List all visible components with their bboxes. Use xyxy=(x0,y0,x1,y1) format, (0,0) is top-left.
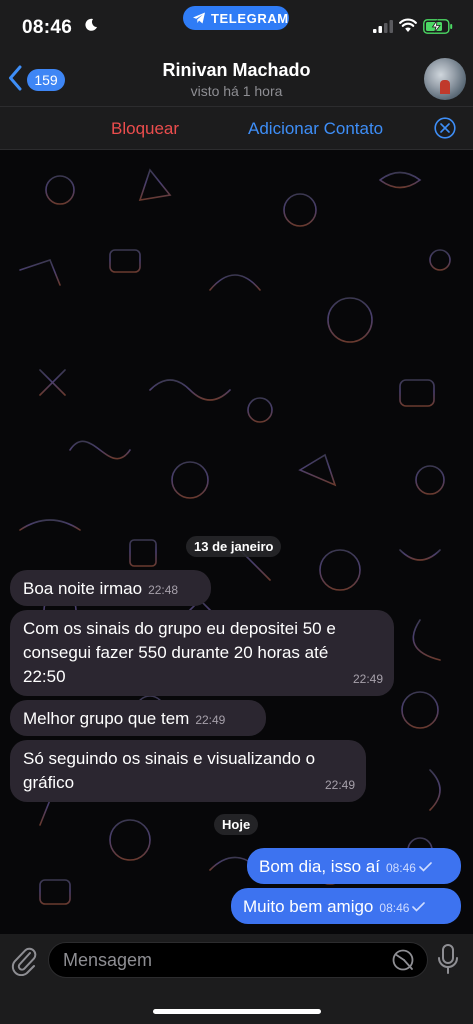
composer-bar: Mensagem xyxy=(0,934,473,1024)
message-input-placeholder: Mensagem xyxy=(63,950,153,970)
status-bar: 08:46 TELEGRAM xyxy=(0,0,473,52)
message-bubble-incoming[interactable]: Boa noite irmao 22:48 xyxy=(10,570,211,606)
message-text: Bom dia, isso aí xyxy=(259,857,380,876)
message-bubble-outgoing[interactable]: Muito bem amigo 08:46 xyxy=(231,888,461,924)
home-indicator[interactable] xyxy=(153,1009,321,1014)
close-icon[interactable] xyxy=(434,117,456,139)
message-input[interactable]: Mensagem xyxy=(48,942,428,978)
add-contact-button[interactable]: Adicionar Contato xyxy=(248,119,383,139)
status-time: 08:46 xyxy=(22,17,73,38)
read-check-icon xyxy=(412,902,426,912)
sticker-icon[interactable] xyxy=(392,949,414,971)
date-separator: 13 de janeiro xyxy=(186,536,282,557)
message-time: 22:49 xyxy=(324,778,355,792)
message-text: Boa noite irmao xyxy=(23,579,143,598)
signal-icon xyxy=(373,20,393,33)
moon-icon xyxy=(85,18,97,31)
message-text-line: consegui fazer 550 durante 20 horas até xyxy=(23,643,329,662)
message-text-line: Com os sinais do grupo eu depositei 50 e xyxy=(23,619,336,638)
telegram-pill-label: TELEGRAM xyxy=(211,11,289,26)
message-text-line: Só seguindo os sinais e visualizando o xyxy=(23,749,316,768)
chat-header: 159 Rinivan Machado visto há 1 hora xyxy=(0,52,473,106)
telegram-pill[interactable]: TELEGRAM xyxy=(183,6,289,30)
message-text-line: gráfico xyxy=(23,773,75,792)
message-bubble-incoming[interactable]: Melhor grupo que tem 22:49 xyxy=(10,700,266,736)
chat-area[interactable]: 13 de janeiro Boa noite irmao 22:48 Com o… xyxy=(0,150,473,934)
date-separator: Hoje xyxy=(214,814,259,835)
message-time: 08:46 xyxy=(379,901,410,915)
message-text-line: 22:50 xyxy=(23,667,66,686)
message-text: Muito bem amigo xyxy=(243,897,374,916)
wifi-icon xyxy=(399,18,417,32)
contact-action-bar: Bloquear Adicionar Contato xyxy=(0,106,473,150)
mic-icon[interactable] xyxy=(437,943,459,975)
attach-icon[interactable] xyxy=(10,944,38,976)
message-time: 22:48 xyxy=(148,583,179,597)
avatar[interactable] xyxy=(424,58,466,100)
read-check-icon xyxy=(419,862,432,872)
contact-name[interactable]: Rinivan Machado xyxy=(0,60,473,81)
message-bubble-incoming[interactable]: Só seguindo os sinais e visualizando o g… xyxy=(10,740,366,802)
telegram-icon xyxy=(193,12,205,24)
block-button[interactable]: Bloquear xyxy=(111,119,179,139)
message-time: 22:49 xyxy=(195,713,226,727)
message-time: 08:46 xyxy=(385,861,416,875)
battery-charging-icon xyxy=(423,19,453,34)
message-time: 22:49 xyxy=(352,672,383,686)
message-bubble-incoming[interactable]: Com os sinais do grupo eu depositei 50 e… xyxy=(10,610,394,696)
message-bubble-outgoing[interactable]: Bom dia, isso aí 08:46 xyxy=(247,848,461,884)
last-seen-status: visto há 1 hora xyxy=(190,83,283,99)
message-text: Melhor grupo que tem xyxy=(23,709,190,728)
